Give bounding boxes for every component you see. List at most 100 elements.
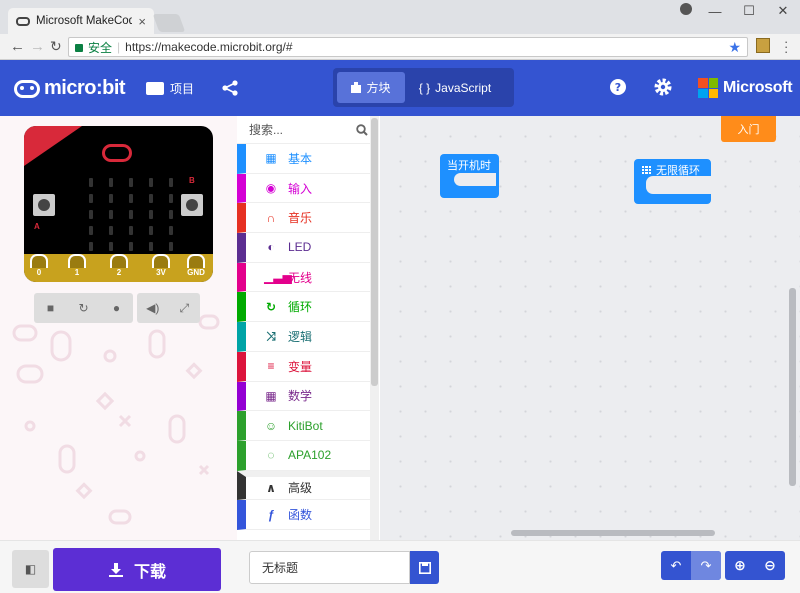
board-logo xyxy=(102,144,132,162)
download-button[interactable]: 下载 xyxy=(53,548,221,591)
button-a[interactable] xyxy=(33,194,55,216)
led xyxy=(129,226,133,235)
maximize-button[interactable]: ☐ xyxy=(732,3,766,19)
zoom-in-icon[interactable]: ⊕ xyxy=(725,551,755,580)
microbit-logo-icon xyxy=(14,79,40,98)
undo-icon[interactable]: ↶ xyxy=(661,551,691,580)
pin-1[interactable]: 1 xyxy=(68,254,86,282)
category-label: 基本 xyxy=(288,151,313,166)
forever-block[interactable]: 无限循环 xyxy=(634,159,711,204)
microbit-logo[interactable]: micro:bit xyxy=(14,77,126,100)
project-name-input[interactable]: 无标题 xyxy=(249,551,410,584)
category-music[interactable]: ∩ 音乐 xyxy=(237,203,378,234)
restart-icon[interactable]: ↻ xyxy=(67,301,100,315)
getting-started-button[interactable]: 入门 xyxy=(721,116,776,142)
back-arrow-icon[interactable]: ← xyxy=(10,38,25,55)
share-icon[interactable] xyxy=(221,80,239,96)
pin-0[interactable]: 0 xyxy=(30,254,48,282)
led xyxy=(169,210,173,219)
calculator-icon: ▦ xyxy=(265,388,277,403)
browser-tab[interactable]: Microsoft MakeCode fo × xyxy=(8,8,154,34)
address-bar[interactable]: 安全 | https://makecode.microbit.org/# ★ xyxy=(68,37,748,57)
collapse-simulator-button[interactable]: ◧ xyxy=(12,550,49,588)
category-input[interactable]: ◉ 输入 xyxy=(237,173,378,204)
shuffle-icon: ⤨ xyxy=(266,328,276,343)
sim-run-controls: ■ ↻ ● xyxy=(34,293,133,323)
category-led[interactable]: ◐ LED xyxy=(237,233,378,263)
led xyxy=(169,194,173,203)
zoom-out-icon[interactable]: ⊖ xyxy=(755,551,785,580)
led xyxy=(109,210,113,219)
tab-javascript[interactable]: { } JavaScript xyxy=(405,72,505,103)
new-tab-button[interactable] xyxy=(152,14,186,32)
pin-2[interactable]: 2 xyxy=(110,254,128,282)
tab-blocks[interactable]: 方块 xyxy=(337,72,405,103)
zoom-group: ⊕ ⊖ xyxy=(725,551,785,580)
bookmark-star-icon[interactable]: ★ xyxy=(728,39,741,56)
robot-icon: ☺ xyxy=(264,418,278,433)
reload-icon[interactable]: ↻ xyxy=(50,38,62,55)
category-advanced[interactable]: ∧ 高级 xyxy=(237,470,378,501)
editor-switch: 方块 { } JavaScript xyxy=(333,68,514,107)
search-icon[interactable] xyxy=(356,123,368,136)
pin-ring xyxy=(187,254,205,268)
browser-toolbar: ← → ↻ 安全 | https://makecode.microbit.org… xyxy=(0,34,800,60)
save-button[interactable] xyxy=(410,551,439,584)
volume-icon[interactable]: ◀) xyxy=(137,301,169,315)
led xyxy=(109,178,113,187)
forward-arrow-icon[interactable]: → xyxy=(30,38,45,55)
projects-button[interactable]: 项目 xyxy=(146,80,194,97)
blocks-workspace[interactable]: 入门 当开机时 无限循环 xyxy=(380,116,800,540)
category-kitibot[interactable]: ☺ KitiBot xyxy=(237,411,378,441)
category-logic[interactable]: ⤨ 逻辑 xyxy=(237,322,378,352)
minimize-button[interactable]: — xyxy=(698,4,732,19)
microbit-board: B A 0 1 2 3V GND xyxy=(24,126,213,282)
toolbox-scroll-thumb[interactable] xyxy=(371,118,378,386)
category-apa102[interactable]: ◌ APA102 xyxy=(237,440,378,471)
slowmo-icon[interactable]: ● xyxy=(100,301,133,315)
pin-gnd[interactable]: GND xyxy=(187,254,205,282)
board-corner-accent xyxy=(24,126,82,166)
stop-icon[interactable]: ■ xyxy=(34,301,67,315)
button-b-label: B xyxy=(189,176,195,185)
button-b[interactable] xyxy=(181,194,203,216)
block-slot xyxy=(454,173,496,186)
toolbox-scrollbar[interactable] xyxy=(370,116,379,540)
workspace-horizontal-scrollbar[interactable] xyxy=(511,530,715,536)
gear-icon[interactable] xyxy=(654,78,672,96)
microbit-favicon-icon xyxy=(16,16,30,26)
headphones-icon: ∩ xyxy=(266,210,276,225)
account-icon[interactable] xyxy=(680,3,692,15)
led xyxy=(89,194,93,203)
category-math[interactable]: ▦ 数学 xyxy=(237,381,378,412)
browser-menu-icon[interactable]: · · · xyxy=(784,35,788,58)
search-input[interactable]: 搜索... xyxy=(249,121,283,138)
pin-3v[interactable]: 3V xyxy=(152,254,170,282)
toolbox-search[interactable]: 搜索... xyxy=(237,116,378,144)
floppy-icon xyxy=(418,561,431,574)
simulator-controls: ■ ↻ ● ◀) ⤢ xyxy=(34,293,200,323)
pin-ring xyxy=(110,254,128,268)
microsoft-logo[interactable]: Microsoft xyxy=(698,78,793,98)
button-a-label: A xyxy=(34,222,40,231)
category-functions[interactable]: ƒ 函数 xyxy=(237,500,378,530)
workspace-vertical-scrollbar[interactable] xyxy=(789,288,796,486)
category-loops[interactable]: ↻ 循环 xyxy=(237,292,378,323)
ring-icon: ◌ xyxy=(267,448,275,463)
led xyxy=(149,210,153,219)
javascript-label: JavaScript xyxy=(435,80,492,95)
extension-icon[interactable] xyxy=(756,38,770,53)
category-radio[interactable]: ▁▃▅ 无线 xyxy=(237,262,378,293)
url-text: https://makecode.microbit.org/# xyxy=(125,40,293,54)
redo-icon[interactable]: ↷ xyxy=(691,551,721,580)
tab-close-icon[interactable]: × xyxy=(138,14,146,29)
on-start-block[interactable]: 当开机时 xyxy=(440,154,499,198)
category-variables[interactable]: ≡ 变量 xyxy=(237,351,378,382)
category-basic[interactable]: ▦ 基本 xyxy=(237,144,378,174)
tab-title: Microsoft MakeCode fo xyxy=(36,15,133,27)
close-window-button[interactable]: ✕ xyxy=(766,3,800,19)
secure-label: 安全 xyxy=(88,40,113,55)
fullscreen-icon[interactable]: ⤢ xyxy=(169,301,201,316)
help-icon[interactable]: ? xyxy=(609,78,627,96)
led xyxy=(149,226,153,235)
